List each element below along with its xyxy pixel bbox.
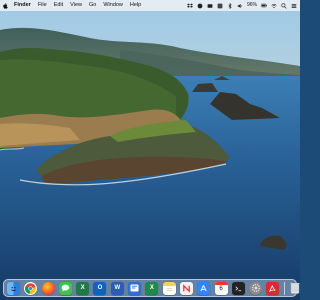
excel-icon[interactable]: X: [76, 281, 90, 295]
control-center-icon[interactable]: [291, 3, 297, 9]
messages-icon[interactable]: [58, 281, 72, 295]
notes-icon[interactable]: [162, 281, 176, 295]
status-area: 96%: [186, 0, 297, 11]
chrome-icon[interactable]: [24, 281, 38, 295]
excel-icon-2[interactable]: X: [145, 281, 159, 295]
dock: X O W X 6: [3, 279, 300, 297]
menu-help[interactable]: Help: [130, 0, 141, 11]
acrobat-icon[interactable]: [266, 281, 280, 295]
terminal-icon[interactable]: [231, 281, 245, 295]
menu-view[interactable]: View: [70, 0, 82, 11]
menu-file[interactable]: File: [38, 0, 47, 11]
menu-window[interactable]: Window: [103, 0, 123, 11]
battery-percentage: 96%: [246, 2, 257, 8]
menu-bar: Finder File Edit View Go Window Help 96%: [0, 0, 300, 11]
display-icon[interactable]: [207, 3, 213, 9]
wifi-icon[interactable]: [271, 3, 277, 9]
volume-icon[interactable]: [237, 3, 243, 9]
desktop-wallpaper: [0, 0, 300, 300]
finder-icon[interactable]: [7, 281, 20, 295]
teams-icon[interactable]: [217, 3, 223, 9]
trash-icon[interactable]: [289, 282, 302, 295]
calendar-icon[interactable]: 6: [214, 281, 228, 295]
bluetooth-icon[interactable]: [227, 2, 233, 9]
dock-separator: [283, 281, 285, 295]
menu-edit[interactable]: Edit: [54, 0, 63, 11]
search-icon[interactable]: [281, 2, 287, 9]
firefox-icon[interactable]: [41, 281, 55, 295]
menu-finder[interactable]: Finder: [14, 0, 31, 11]
menu-go[interactable]: Go: [89, 0, 96, 11]
word-icon[interactable]: W: [110, 281, 124, 295]
apple-icon[interactable]: [3, 2, 9, 9]
screen-mirroring-icon[interactable]: [197, 3, 203, 9]
outlook-icon[interactable]: O: [93, 281, 107, 295]
powerpoint-icon[interactable]: [128, 281, 142, 295]
battery-icon[interactable]: [261, 3, 267, 9]
appstore-icon[interactable]: [197, 281, 211, 295]
system-preferences-icon[interactable]: [249, 281, 263, 295]
news-icon[interactable]: [179, 281, 193, 295]
dropbox-icon[interactable]: [186, 3, 193, 9]
calendar-day: 6: [219, 286, 223, 292]
